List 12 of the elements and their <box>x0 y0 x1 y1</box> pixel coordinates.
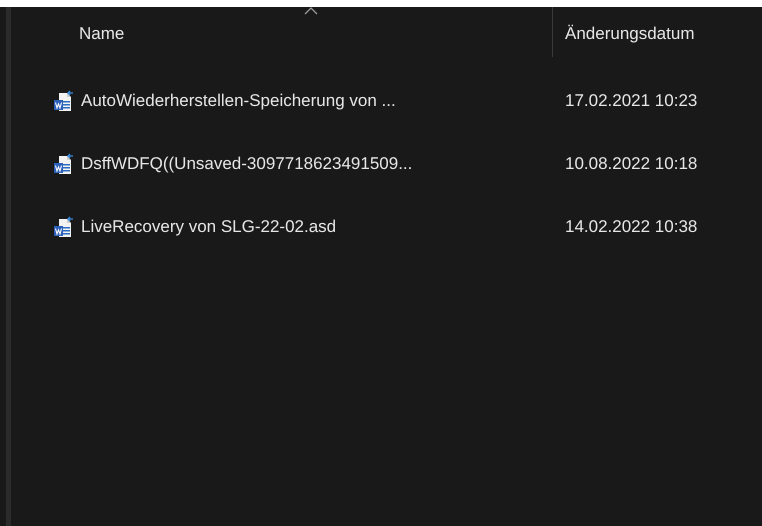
sort-caret-icon <box>304 7 318 15</box>
word-document-icon <box>53 152 75 174</box>
file-name[interactable]: AutoWiederherstellen-Speicherung von ... <box>81 88 396 114</box>
column-header[interactable]: Änderungsdatum <box>552 7 762 57</box>
column-header[interactable]: Name <box>11 7 552 57</box>
word-document-icon <box>53 216 75 238</box>
modified-date: 10.08.2022 10:18 <box>565 154 698 172</box>
word-document-icon <box>53 90 75 112</box>
modified-date: 14.02.2022 10:38 <box>565 216 698 236</box>
modified-date: 17.02.2021 10:23 <box>565 90 698 110</box>
file-name[interactable]: LiveRecovery von SLG-22-02.asd <box>81 214 336 240</box>
file-name[interactable]: DsffWDFQ((Unsaved-3097718623491509... <box>81 150 412 176</box>
